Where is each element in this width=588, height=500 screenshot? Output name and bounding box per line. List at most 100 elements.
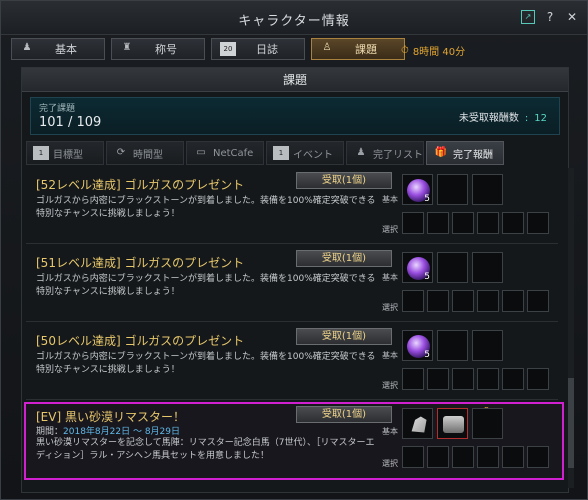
select-slot — [402, 368, 424, 390]
select-reward-slots — [402, 368, 549, 390]
completed-label: 完了課題 — [39, 104, 76, 114]
select-slot — [402, 212, 424, 234]
subtab-time[interactable]: ⟳ 時間型 — [106, 141, 184, 165]
scrollbar-thumb[interactable] — [568, 378, 574, 468]
reward-list: [52レベル達成] ゴルガスのプレゼント 受取(1個) ゴルガスから内密にブラッ… — [24, 168, 564, 488]
unreceived-value: 12 — [534, 113, 547, 124]
tab-basic[interactable]: ♟ 基本 — [11, 38, 105, 60]
select-slot — [452, 212, 474, 234]
title-bar-icons: ↗ ? ✕ — [521, 10, 579, 24]
select-reward-slots — [402, 446, 549, 468]
base-reward-label: 基本 — [382, 195, 398, 204]
reward-slot[interactable] — [437, 408, 468, 439]
calendar-icon: 1 — [33, 146, 49, 160]
reward-slot — [437, 330, 468, 361]
completed-value: 101 / 109 — [39, 115, 102, 130]
base-reward-slots: 5 — [402, 174, 503, 205]
receive-button[interactable]: 受取(1個) — [296, 172, 392, 189]
close-icon[interactable]: ✕ — [565, 10, 579, 24]
quest-title: [50レベル達成] ゴルガスのプレゼント — [36, 334, 245, 348]
select-slot — [527, 290, 549, 312]
subtab-label: 完了報酬 — [453, 149, 493, 161]
event-period: 期間：2018年8月22日 ～ 8月29日 — [36, 424, 180, 437]
period-value: 2018年8月22日 ～ 8月29日 — [63, 427, 180, 437]
reward-slot[interactable]: 5 — [402, 252, 433, 283]
reward-slot — [472, 252, 503, 283]
select-reward-label: 選択 — [382, 225, 398, 234]
select-slot — [477, 368, 499, 390]
reward-slot[interactable] — [402, 408, 433, 439]
title-bar[interactable]: キャラクター情報 ↗ ? ✕ — [1, 1, 587, 35]
reset-timer: ⏱ 8時間 40分 — [401, 43, 465, 58]
base-reward-label: 基本 — [382, 351, 398, 360]
select-slot — [502, 212, 524, 234]
receive-button[interactable]: 受取(1個) — [296, 250, 392, 267]
quest-title: [52レベル達成] ゴルガスのプレゼント — [36, 178, 245, 192]
unreceived-label: 未受取報酬数 — [458, 113, 519, 124]
reward-slot — [472, 408, 503, 439]
quest-description: 黒い砂漠リマスターを記念して馬陣：リマスター記念白馬（7世代）、［リマスターエデ… — [36, 438, 375, 461]
reward-slot — [437, 252, 468, 283]
title-icon: ♜ — [122, 42, 132, 53]
receive-button[interactable]: 受取(1個) — [296, 328, 392, 345]
receive-button[interactable]: 受取(1個) — [296, 406, 392, 423]
base-reward-label: 基本 — [382, 273, 398, 282]
select-reward-label: 選択 — [382, 303, 398, 312]
calendar-icon: 1 — [273, 146, 289, 160]
list-item: [52レベル達成] ゴルガスのプレゼント 受取(1個) ゴルガスから内密にブラッ… — [26, 168, 558, 244]
select-slot — [402, 290, 424, 312]
person-icon: ♟ — [22, 42, 32, 53]
help-icon[interactable]: ? — [543, 10, 557, 24]
select-slot — [477, 212, 499, 234]
reward-slot — [437, 174, 468, 205]
select-slot — [527, 212, 549, 234]
reward-slot[interactable]: 5 — [402, 330, 433, 361]
select-slot — [477, 446, 499, 468]
select-slot — [452, 290, 474, 312]
top-tabs: ♟ 基本 ♜ 称号 20 日誌 ♙ 課題 — [11, 38, 405, 60]
select-reward-slots — [402, 290, 549, 312]
quest-title: [51レベル達成] ゴルガスのプレゼント — [36, 256, 245, 270]
period-label: 期間： — [36, 427, 64, 437]
clock-icon: ⏱ — [401, 45, 409, 56]
select-slot — [502, 368, 524, 390]
base-reward-slots: 5 — [402, 252, 503, 283]
unreceived-sep: : — [524, 113, 529, 124]
person-icon: ♟ — [356, 147, 366, 158]
tab-quests[interactable]: ♙ 課題 — [311, 38, 405, 60]
select-slot — [527, 368, 549, 390]
subtab-completed-rewards[interactable]: 🎁 完了報酬 — [426, 141, 504, 165]
character-info-window: キャラクター情報 ↗ ? ✕ ♟ 基本 ♜ 称号 20 日誌 ♙ 課題 ⏱ 8時… — [0, 0, 588, 500]
tab-label: 日誌 — [256, 43, 278, 56]
quest-description: ゴルガスから内密にブラックストーンが到着しました。装備を100%確定突破できる特… — [36, 274, 376, 297]
quest-description: ゴルガスから内密にブラックストーンが到着しました。装備を100%確定突破できる特… — [36, 352, 376, 375]
select-slot — [427, 290, 449, 312]
subtab-netcafe[interactable]: ▭ NetCafe — [186, 141, 264, 165]
select-slot — [452, 446, 474, 468]
subtab-label: NetCafe — [213, 147, 254, 159]
window-title: キャラクター情報 — [238, 14, 350, 29]
select-slot — [427, 212, 449, 234]
list-scrollbar[interactable] — [568, 168, 574, 488]
list-item: [51レベル達成] ゴルガスのプレゼント 受取(1個) ゴルガスから内密にブラッ… — [26, 246, 558, 322]
refresh-icon: ⟳ — [116, 147, 126, 158]
item-count: 5 — [424, 194, 430, 204]
sub-tabs: 1 目標型 ⟳ 時間型 ▭ NetCafe 1 イベント ♟ 完了リスト 🎁 完… — [26, 141, 504, 165]
select-slot — [402, 446, 424, 468]
popout-icon[interactable]: ↗ — [521, 10, 535, 24]
tab-title[interactable]: ♜ 称号 — [111, 38, 205, 60]
select-slot — [527, 446, 549, 468]
reward-slot[interactable]: 5 — [402, 174, 433, 205]
reward-slot — [472, 330, 503, 361]
item-count: 5 — [424, 350, 430, 360]
reward-slot — [472, 174, 503, 205]
quest-icon: ♙ — [322, 42, 332, 53]
horse-gear-icon — [443, 416, 464, 433]
panel-header: 課題 — [22, 68, 568, 92]
subtab-completed-list[interactable]: ♟ 完了リスト — [346, 141, 424, 165]
select-slot — [427, 446, 449, 468]
subtab-goal[interactable]: 1 目標型 — [26, 141, 104, 165]
select-slot — [477, 290, 499, 312]
subtab-event[interactable]: 1 イベント — [266, 141, 344, 165]
tab-journal[interactable]: 20 日誌 — [211, 38, 305, 60]
